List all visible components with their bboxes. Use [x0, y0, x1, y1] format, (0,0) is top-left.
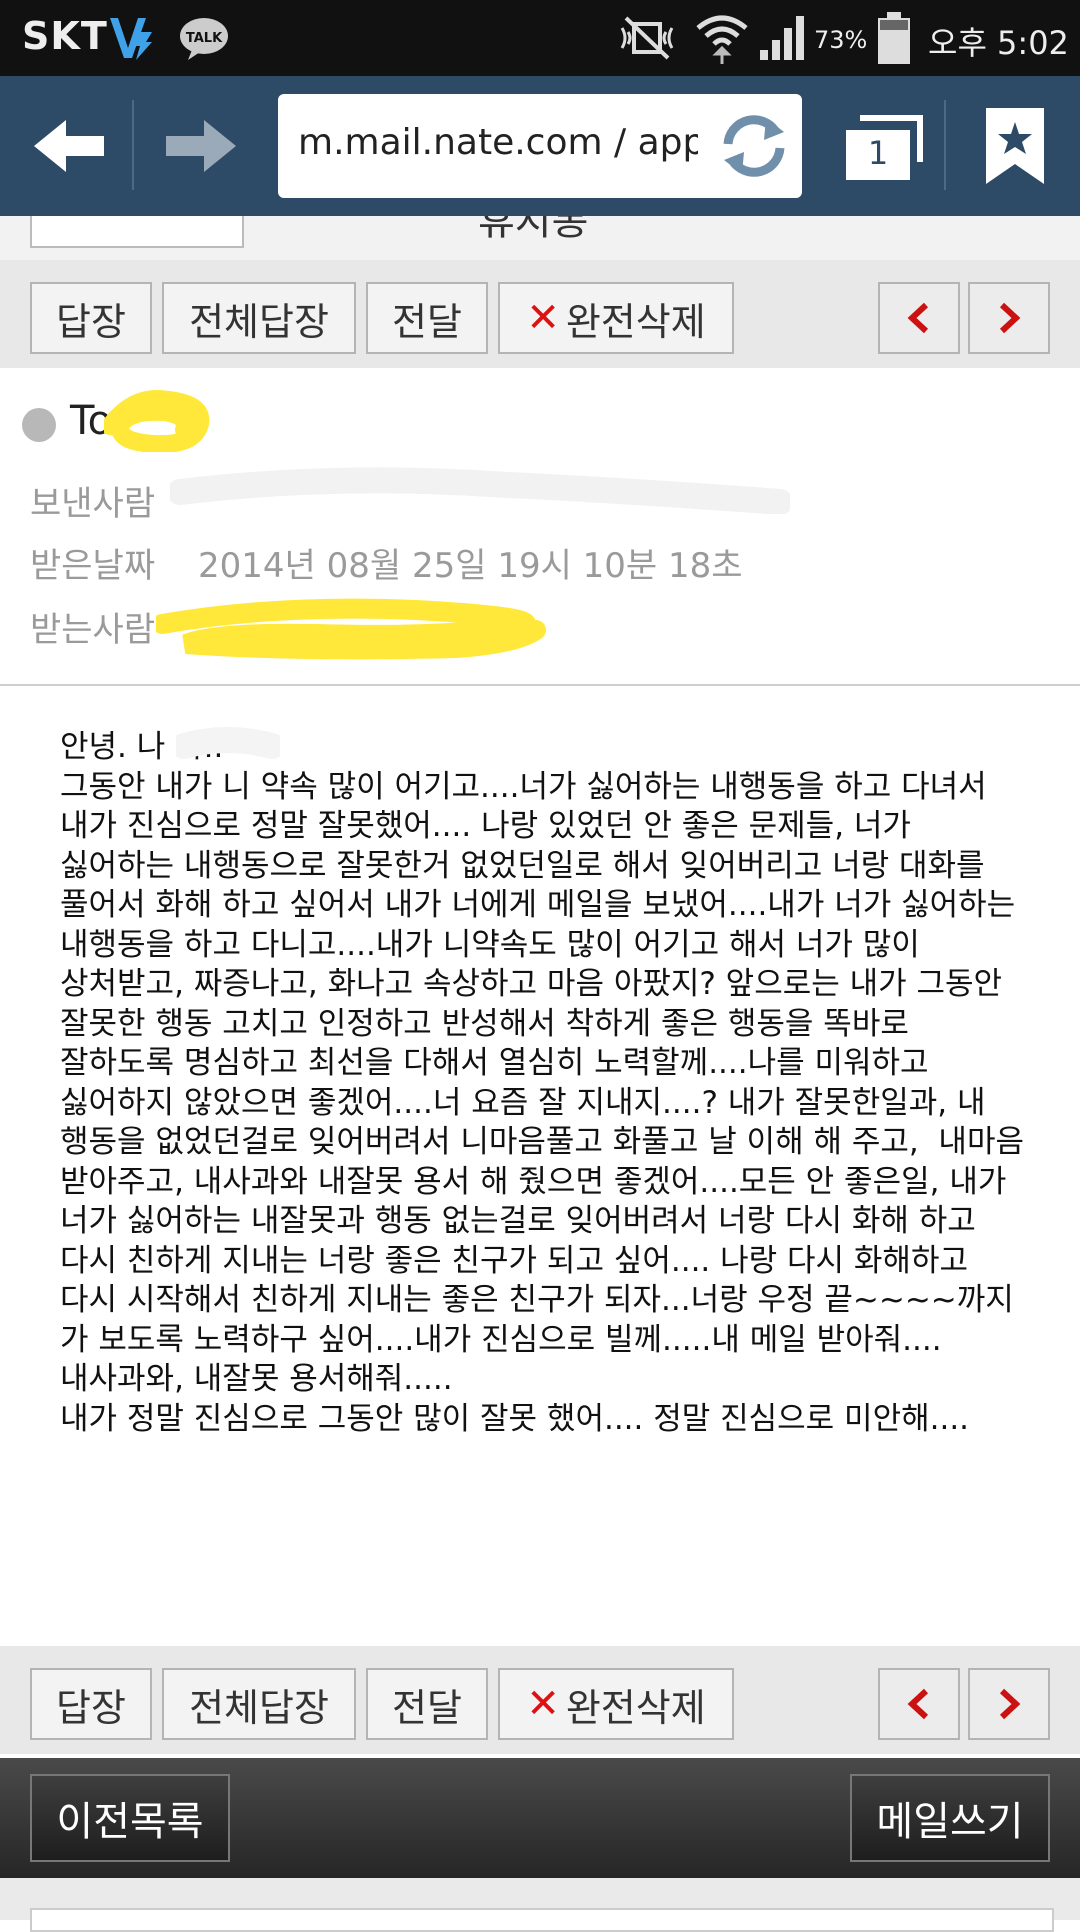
- redaction-scribble: [156, 598, 546, 660]
- forward-button[interactable]: 전달: [366, 282, 488, 354]
- delete-permanent-button[interactable]: ✕ 완전삭제: [498, 1668, 734, 1740]
- url-text[interactable]: m.mail.nate.com / app / m: [298, 122, 698, 163]
- delete-permanent-button[interactable]: ✕ 완전삭제: [498, 282, 734, 354]
- wifi-icon: [696, 15, 748, 64]
- footer-strip: [0, 1878, 1080, 1932]
- prev-mail-button[interactable]: [878, 1668, 960, 1740]
- v-icon: [110, 18, 152, 60]
- reply-all-label: 전체답장: [189, 299, 329, 344]
- reply-all-label: 전체답장: [189, 1685, 329, 1730]
- prev-list-label: 이전목록: [56, 1799, 204, 1845]
- forward-arrow-icon[interactable]: [150, 96, 250, 196]
- tab-count: 1: [867, 134, 889, 172]
- carrier-label: SKT: [22, 14, 108, 58]
- received-date: 2014년 08월 25일 19시 10분 18초: [198, 546, 743, 586]
- folder-title: 휴지통: [478, 216, 589, 244]
- svg-text:TALK: TALK: [186, 31, 223, 46]
- date-label: 받은날짜: [30, 546, 156, 586]
- forward-label: 전달: [392, 1685, 462, 1730]
- mail-action-bar-bottom: 답장 전체답장 전달 ✕ 완전삭제: [0, 1646, 1080, 1754]
- chevron-right-icon: [999, 302, 1021, 334]
- page-header-partial: 휴지통: [0, 216, 1080, 260]
- reply-button[interactable]: 답장: [30, 1668, 152, 1740]
- chevron-left-icon: [907, 1688, 929, 1720]
- footer-box-partial: [30, 1908, 1054, 1932]
- prev-list-button[interactable]: 이전목록: [30, 1774, 230, 1862]
- status-bar: SKT TALK 73% 오후 5:02: [0, 0, 1080, 76]
- reply-all-button[interactable]: 전체답장: [162, 1668, 356, 1740]
- delete-permanent-label: 완전삭제: [565, 299, 706, 344]
- battery-icon: [878, 12, 910, 64]
- reply-label: 답장: [56, 299, 126, 344]
- mail-body: 안녕. 나 야.. 그동안 내가 니 약속 많이 어기고....너가 싫어하는 …: [60, 729, 1024, 1437]
- bookmark-star-icon[interactable]: [982, 106, 1048, 188]
- forward-button[interactable]: 전달: [366, 1668, 488, 1740]
- reply-label: 답장: [56, 1685, 126, 1730]
- redaction-smudge: [170, 467, 790, 514]
- to-label: To:: [70, 398, 126, 444]
- bottom-nav-bar: 이전목록 메일쓰기: [0, 1758, 1080, 1878]
- reply-button[interactable]: 답장: [30, 282, 152, 354]
- back-arrow-icon[interactable]: [20, 96, 120, 196]
- reply-all-button[interactable]: 전체답장: [162, 282, 356, 354]
- mail-action-bar-top: 답장 전체답장 전달 ✕ 완전삭제: [0, 260, 1080, 368]
- next-mail-button[interactable]: [968, 1668, 1050, 1740]
- chevron-left-icon: [907, 302, 929, 334]
- prev-mail-button[interactable]: [878, 282, 960, 354]
- toolbar-divider: [944, 100, 946, 190]
- header-divider: [0, 684, 1080, 686]
- tabs-icon[interactable]: 1: [836, 104, 932, 190]
- url-bar[interactable]: m.mail.nate.com / app / m: [278, 94, 802, 198]
- forward-label: 전달: [392, 299, 462, 344]
- chevron-right-icon: [999, 1688, 1021, 1720]
- mute-icon: [620, 16, 674, 60]
- x-icon: ✕: [526, 1681, 560, 1727]
- sender-label: 보낸사람: [30, 484, 156, 524]
- read-status-dot: [22, 408, 56, 442]
- delete-permanent-label: 완전삭제: [565, 1685, 706, 1730]
- kakaotalk-icon: TALK: [180, 18, 228, 60]
- recipient-label: 받는사람: [30, 610, 156, 650]
- header-button-partial[interactable]: [30, 216, 244, 248]
- next-mail-button[interactable]: [968, 282, 1050, 354]
- refresh-icon[interactable]: [712, 104, 796, 188]
- x-icon: ✕: [526, 295, 560, 341]
- clock: 오후 5:02: [928, 24, 1069, 62]
- compose-button[interactable]: 메일쓰기: [850, 1774, 1050, 1862]
- browser-toolbar: m.mail.nate.com / app / m 1: [0, 76, 1080, 216]
- compose-label: 메일쓰기: [876, 1799, 1024, 1845]
- battery-percent: 73%: [814, 26, 868, 54]
- signal-icon: [760, 16, 804, 60]
- toolbar-divider: [132, 100, 134, 190]
